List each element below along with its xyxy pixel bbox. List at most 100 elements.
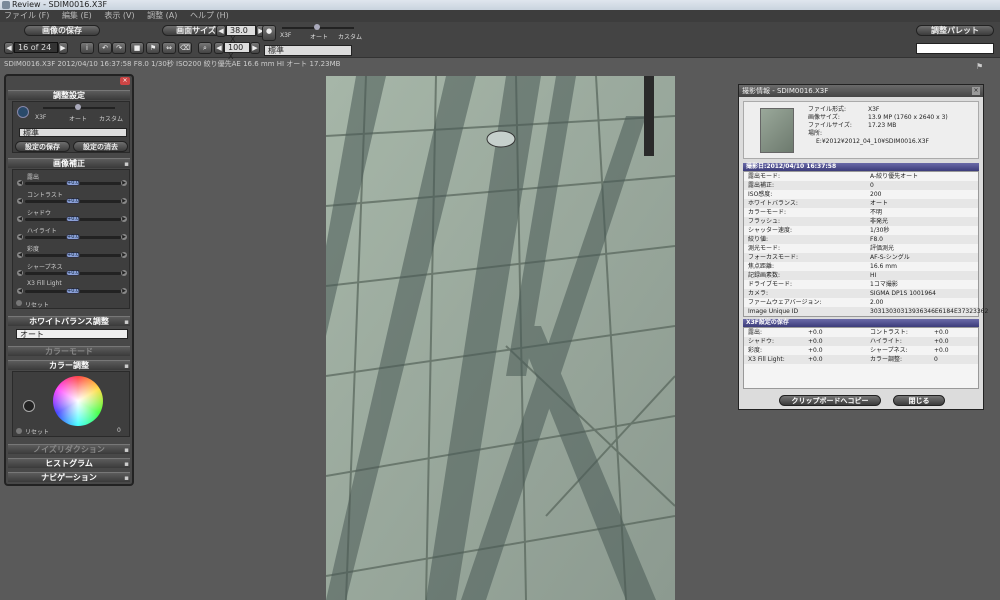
x3f-k2: コントラスト: bbox=[870, 329, 908, 336]
row-key: シャッター速度: bbox=[748, 227, 793, 234]
slider-decrease-button[interactable]: ◀ bbox=[17, 288, 23, 294]
slider-knob[interactable]: +0.0 bbox=[66, 234, 80, 240]
summary-value: X3F bbox=[868, 106, 880, 113]
slider-knob[interactable]: +0.0 bbox=[66, 252, 80, 258]
zoom2-left-arrow[interactable]: ◀ bbox=[214, 42, 224, 54]
menu-edit[interactable]: 編集 (E) bbox=[62, 11, 92, 20]
palette-field[interactable] bbox=[916, 43, 994, 54]
close-icon[interactable]: × bbox=[972, 87, 980, 95]
info-icon[interactable]: i bbox=[80, 42, 94, 54]
table-row: 焦点距離: 16.6 mm bbox=[744, 262, 978, 271]
adjust-palette-button[interactable]: 調整パレット bbox=[916, 25, 994, 36]
trash-icon[interactable]: ⌫ bbox=[178, 42, 192, 54]
table-row: Image Unique ID 30313030313936346E6184E37… bbox=[744, 307, 988, 316]
adjust-settings-header[interactable]: 調整設定 bbox=[8, 90, 130, 100]
slider-decrease-button[interactable]: ◀ bbox=[17, 180, 23, 186]
slider-increase-button[interactable]: ▶ bbox=[121, 270, 127, 276]
slider-increase-button[interactable]: ▶ bbox=[121, 288, 127, 294]
rotate-right-icon[interactable]: ↷ bbox=[112, 42, 126, 54]
close-dialog-button[interactable]: 閉じる bbox=[893, 395, 945, 406]
histogram-title: ヒストグラム bbox=[45, 459, 93, 468]
mode-slider-knob[interactable] bbox=[314, 24, 320, 30]
color-value: 0 bbox=[117, 427, 121, 434]
flag-marker-icon[interactable]: ⚑ bbox=[976, 62, 983, 71]
x3f-settings-header: X3F設定の保存 bbox=[743, 319, 979, 327]
compare-icon[interactable]: ⇔ bbox=[162, 42, 176, 54]
main-photo[interactable] bbox=[326, 76, 675, 600]
slider-decrease-button[interactable]: ◀ bbox=[17, 234, 23, 240]
slider-increase-button[interactable]: ▶ bbox=[121, 180, 127, 186]
navigation-title: ナビゲーション bbox=[41, 473, 97, 482]
navigation-header[interactable]: ナビゲーション ▪ bbox=[8, 472, 130, 482]
slider-increase-button[interactable]: ▶ bbox=[121, 234, 127, 240]
zoom-value-field[interactable]: 38.0 X bbox=[226, 25, 256, 44]
white-balance-header[interactable]: ホワイトバランス調整 ▪ bbox=[8, 316, 130, 326]
slider-decrease-button[interactable]: ◀ bbox=[17, 198, 23, 204]
dialog-titlebar: 撮影情報 - SDIM0016.X3F × bbox=[739, 85, 983, 97]
zoom-left-arrow[interactable]: ◀ bbox=[216, 25, 226, 37]
menu-file[interactable]: ファイル (F) bbox=[4, 11, 49, 20]
slider-knob[interactable]: +0.0 bbox=[66, 288, 80, 294]
eyedropper-icon[interactable] bbox=[23, 400, 35, 412]
table-row: シャドウ: +0.0 ハイライト: +0.0 bbox=[744, 337, 978, 346]
slider-decrease-button[interactable]: ◀ bbox=[17, 270, 23, 276]
next-image-button[interactable]: ▶ bbox=[58, 42, 68, 54]
slider-knob[interactable]: +0.0 bbox=[66, 270, 80, 276]
x3f-v1: +0.0 bbox=[808, 356, 823, 363]
slider-decrease-button[interactable]: ◀ bbox=[17, 252, 23, 258]
row-key: 露出モード: bbox=[748, 173, 781, 180]
zoom2-value-field[interactable]: 100 X bbox=[224, 42, 250, 61]
save-setting-button[interactable]: 設定の保存 bbox=[15, 141, 70, 152]
copy-to-clipboard-button[interactable]: クリップボードへコピー bbox=[779, 395, 881, 406]
row-key: 焦点距離: bbox=[748, 263, 775, 270]
summary-key: 画像サイズ: bbox=[808, 114, 840, 121]
menu-help[interactable]: ヘルプ (H) bbox=[190, 11, 229, 20]
menu-adjust[interactable]: 調整 (A) bbox=[147, 11, 177, 20]
reset-radio[interactable] bbox=[16, 300, 22, 306]
slider-knob[interactable]: +0.0 bbox=[66, 180, 80, 186]
image-correction-header[interactable]: 画像補正 ▪ bbox=[8, 158, 130, 168]
reset2-radio[interactable] bbox=[16, 428, 22, 434]
preset-select[interactable]: 標準 bbox=[264, 45, 352, 56]
x3f-k1: 彩度: bbox=[748, 347, 763, 354]
row-key: 測光モード: bbox=[748, 245, 781, 252]
table-row: 露出: +0.0 コントラスト: +0.0 bbox=[744, 328, 978, 337]
menu-view[interactable]: 表示 (V) bbox=[104, 11, 134, 20]
reset-label: リセット bbox=[25, 302, 50, 309]
mode-icon: ● bbox=[262, 25, 276, 41]
slider-increase-button[interactable]: ▶ bbox=[121, 198, 127, 204]
white-balance-select[interactable]: オート bbox=[16, 329, 128, 339]
table-row: 彩度: +0.0 シャープネス: +0.0 bbox=[744, 346, 978, 355]
save-image-button[interactable]: 画像の保存 bbox=[24, 25, 100, 36]
flag-icon[interactable]: ⚑ bbox=[146, 42, 160, 54]
color-adjust-header[interactable]: カラー調整 ▪ bbox=[8, 360, 130, 370]
row-value: F8.0 bbox=[870, 236, 883, 243]
slider-increase-button[interactable]: ▶ bbox=[121, 216, 127, 222]
table-row: カメラ: SIGMA DP1S 1001964 bbox=[744, 289, 978, 298]
close-icon[interactable]: × bbox=[120, 77, 130, 85]
mode-auto: オート bbox=[310, 34, 329, 41]
page-indicator: 16 of 24 bbox=[14, 42, 58, 53]
slider-increase-button[interactable]: ▶ bbox=[121, 252, 127, 258]
slider-decrease-button[interactable]: ◀ bbox=[17, 216, 23, 222]
rotate-left-icon[interactable]: ↶ bbox=[98, 42, 112, 54]
zoom2-right-arrow[interactable]: ▶ bbox=[250, 42, 260, 54]
dialog-title: 撮影情報 - SDIM0016.X3F bbox=[742, 87, 829, 95]
row-value: HI bbox=[870, 272, 877, 279]
zoom-icon[interactable]: ⌕ bbox=[198, 42, 212, 54]
color-wheel[interactable] bbox=[53, 376, 103, 426]
x3f-k1: 露出: bbox=[748, 329, 763, 336]
adjustment-panel: × 調整設定 X3F オート カスタム 標準 設定の保存 設定の消去 画像補正 … bbox=[4, 74, 134, 486]
prev-image-button[interactable]: ◀ bbox=[4, 42, 14, 54]
x3f-settings-table: 露出: +0.0 コントラスト: +0.0 シャドウ: +0.0 ハイライト: +0.0 彩度:… bbox=[743, 327, 979, 389]
panel-mode-knob[interactable] bbox=[75, 104, 81, 110]
delete-setting-button[interactable]: 設定の消去 bbox=[73, 141, 128, 152]
slider-knob[interactable]: +0.0 bbox=[66, 198, 80, 204]
white-balance-title: ホワイトバランス調整 bbox=[29, 317, 109, 326]
histogram-header[interactable]: ヒストグラム ▪ bbox=[8, 458, 130, 468]
x3f-v2: +0.0 bbox=[934, 329, 949, 336]
square-icon[interactable]: ■ bbox=[130, 42, 144, 54]
mode-custom: カスタム bbox=[338, 34, 363, 41]
slider-knob[interactable]: +0.0 bbox=[66, 216, 80, 222]
panel-preset-select[interactable]: 標準 bbox=[19, 128, 127, 138]
